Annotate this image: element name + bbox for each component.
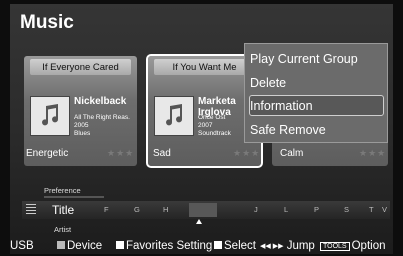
card-mood: Energetic — [26, 148, 69, 159]
sort-option-below[interactable]: Artist — [54, 225, 71, 234]
menu-item-information[interactable]: Information — [250, 99, 313, 113]
green-key-icon — [116, 241, 124, 249]
jump-letter[interactable]: S — [344, 205, 349, 214]
jump-letter[interactable]: T — [369, 205, 374, 214]
jump-letter[interactable]: J — [254, 205, 258, 214]
source-label: USB — [10, 240, 34, 252]
jump-letter[interactable]: F — [104, 205, 109, 214]
card-meta: All The Right Reas.. 2005 Blues — [74, 114, 130, 137]
card-meta: Once Ost 2007 Soundtrack — [198, 114, 231, 137]
music-note-icon — [30, 96, 70, 136]
hint-device[interactable]: Device — [57, 240, 102, 252]
card-mood: Calm — [280, 148, 304, 159]
menu-item-delete[interactable]: Delete — [250, 76, 286, 90]
sort-bar[interactable]: Title F G H J L P S T V — [22, 201, 390, 219]
jump-letter[interactable]: V — [382, 205, 387, 214]
tools-key-icon: TOOLS — [320, 242, 350, 251]
jump-letter[interactable]: L — [284, 205, 288, 214]
position-marker-icon — [196, 219, 202, 224]
hint-jump[interactable]: ◀◀ ▶▶ Jump — [260, 240, 315, 252]
list-icon — [26, 204, 36, 215]
hint-select[interactable]: Select — [214, 240, 256, 252]
music-note-icon — [154, 96, 194, 136]
menu-item-safe-remove[interactable]: Safe Remove — [250, 123, 326, 137]
sort-current: Title — [52, 203, 75, 217]
red-key-icon — [57, 241, 65, 249]
jump-letter[interactable]: P — [314, 205, 319, 214]
footer-hints: USB Device Favorites Setting Select ◀◀ ▶… — [10, 236, 393, 256]
rating-stars: ★★★ — [107, 148, 135, 158]
rating-stars: ★★★ — [233, 148, 261, 158]
card-artist: Nickelback — [74, 96, 127, 107]
rating-stars: ★★★ — [359, 148, 387, 158]
sort-option-above[interactable]: Preference — [44, 186, 81, 195]
jump-letter[interactable]: G — [134, 205, 140, 214]
card-title: If Everyone Cared — [42, 62, 119, 73]
yellow-key-icon — [214, 241, 222, 249]
page-title: Music — [20, 12, 74, 33]
context-menu: Play Current Group Delete Information Sa… — [244, 43, 388, 143]
hint-favorites[interactable]: Favorites Setting — [116, 240, 212, 252]
menu-item-play-current-group[interactable]: Play Current Group — [250, 52, 358, 66]
card-mood: Sad — [153, 148, 171, 159]
rewind-forward-icon: ◀◀ ▶▶ — [260, 243, 284, 250]
jump-letter[interactable]: H — [163, 205, 168, 214]
hint-option[interactable]: TOOLS Option — [320, 240, 386, 252]
